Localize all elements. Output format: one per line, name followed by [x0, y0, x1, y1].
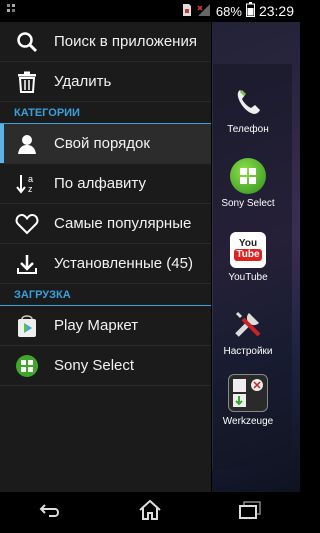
menu-item-label: Самые популярные [54, 215, 192, 232]
battery-icon [245, 2, 255, 20]
download-icon [0, 253, 54, 275]
sim-card-icon [182, 3, 192, 20]
settings-icon [230, 306, 266, 342]
section-header-categories: КАТЕГОРИИ [0, 102, 211, 124]
battery-percent: 68% [215, 3, 242, 19]
search-icon [0, 31, 54, 53]
app-drawer-menu: Поиск в приложения Удалить КАТЕГОРИИ Сво… [0, 22, 212, 492]
menu-item-sony-select[interactable]: Sony Select [0, 346, 211, 386]
home-app-youtube[interactable]: You Tube YouTube [214, 232, 282, 283]
notification-icon [6, 2, 18, 21]
home-app-phone[interactable]: Телефон [214, 84, 282, 135]
home-button[interactable] [120, 492, 180, 533]
back-button[interactable] [20, 492, 80, 533]
back-icon [37, 501, 63, 524]
home-app-label: YouTube [228, 272, 268, 283]
svg-text:z: z [28, 184, 33, 194]
recent-apps-button[interactable] [220, 492, 280, 533]
home-app-settings[interactable]: Настройки [214, 306, 282, 357]
home-app-sony-select[interactable]: Sony Select [214, 158, 282, 209]
status-bar: 68% 23:29 [0, 0, 300, 22]
home-app-label: Телефон [227, 124, 269, 135]
youtube-logo-you: You [238, 238, 258, 249]
menu-item-search-apps[interactable]: Поиск в приложения [0, 22, 211, 62]
sort-alpha-icon: az [0, 173, 54, 195]
sony-select-icon [230, 158, 266, 194]
section-header-download: ЗАГРУЗКА [0, 284, 211, 306]
menu-item-most-popular[interactable]: Самые популярные [0, 204, 211, 244]
menu-item-label: Play Маркет [54, 317, 139, 334]
menu-item-label: Свой порядок [54, 135, 150, 152]
navigation-bar [0, 492, 300, 533]
home-app-label: Sony Select [221, 198, 275, 209]
menu-item-label: По алфавиту [54, 175, 146, 192]
phone-icon [230, 84, 266, 120]
person-icon [0, 133, 54, 155]
play-store-icon [0, 314, 54, 338]
menu-item-alphabetical[interactable]: az По алфавиту [0, 164, 211, 204]
menu-item-label: Удалить [54, 73, 112, 90]
trash-icon [0, 71, 54, 93]
menu-item-label: Установленные (45) [54, 255, 193, 272]
home-icon [138, 499, 162, 526]
tools-folder-icon [228, 374, 268, 412]
no-signal-icon [196, 3, 212, 20]
youtube-logo-tube: Tube [234, 249, 262, 261]
heart-icon [0, 213, 54, 235]
home-app-label: Werkzeuge [222, 416, 274, 427]
youtube-icon: You Tube [230, 232, 266, 268]
menu-item-label: Sony Select [54, 357, 135, 374]
menu-item-delete[interactable]: Удалить [0, 62, 211, 102]
menu-item-installed[interactable]: Установленные (45) [0, 244, 211, 284]
sony-select-icon [0, 354, 54, 378]
recent-apps-icon [238, 500, 262, 525]
menu-item-label: Поиск в приложения [54, 33, 197, 50]
home-app-werkzeuge[interactable]: Werkzeuge [214, 374, 282, 427]
menu-item-own-order[interactable]: Свой порядок [0, 124, 211, 164]
home-app-label: Настройки [223, 346, 273, 357]
menu-item-play-market[interactable]: Play Маркет [0, 306, 211, 346]
svg-text:a: a [28, 174, 33, 184]
clock: 23:29 [258, 3, 294, 19]
